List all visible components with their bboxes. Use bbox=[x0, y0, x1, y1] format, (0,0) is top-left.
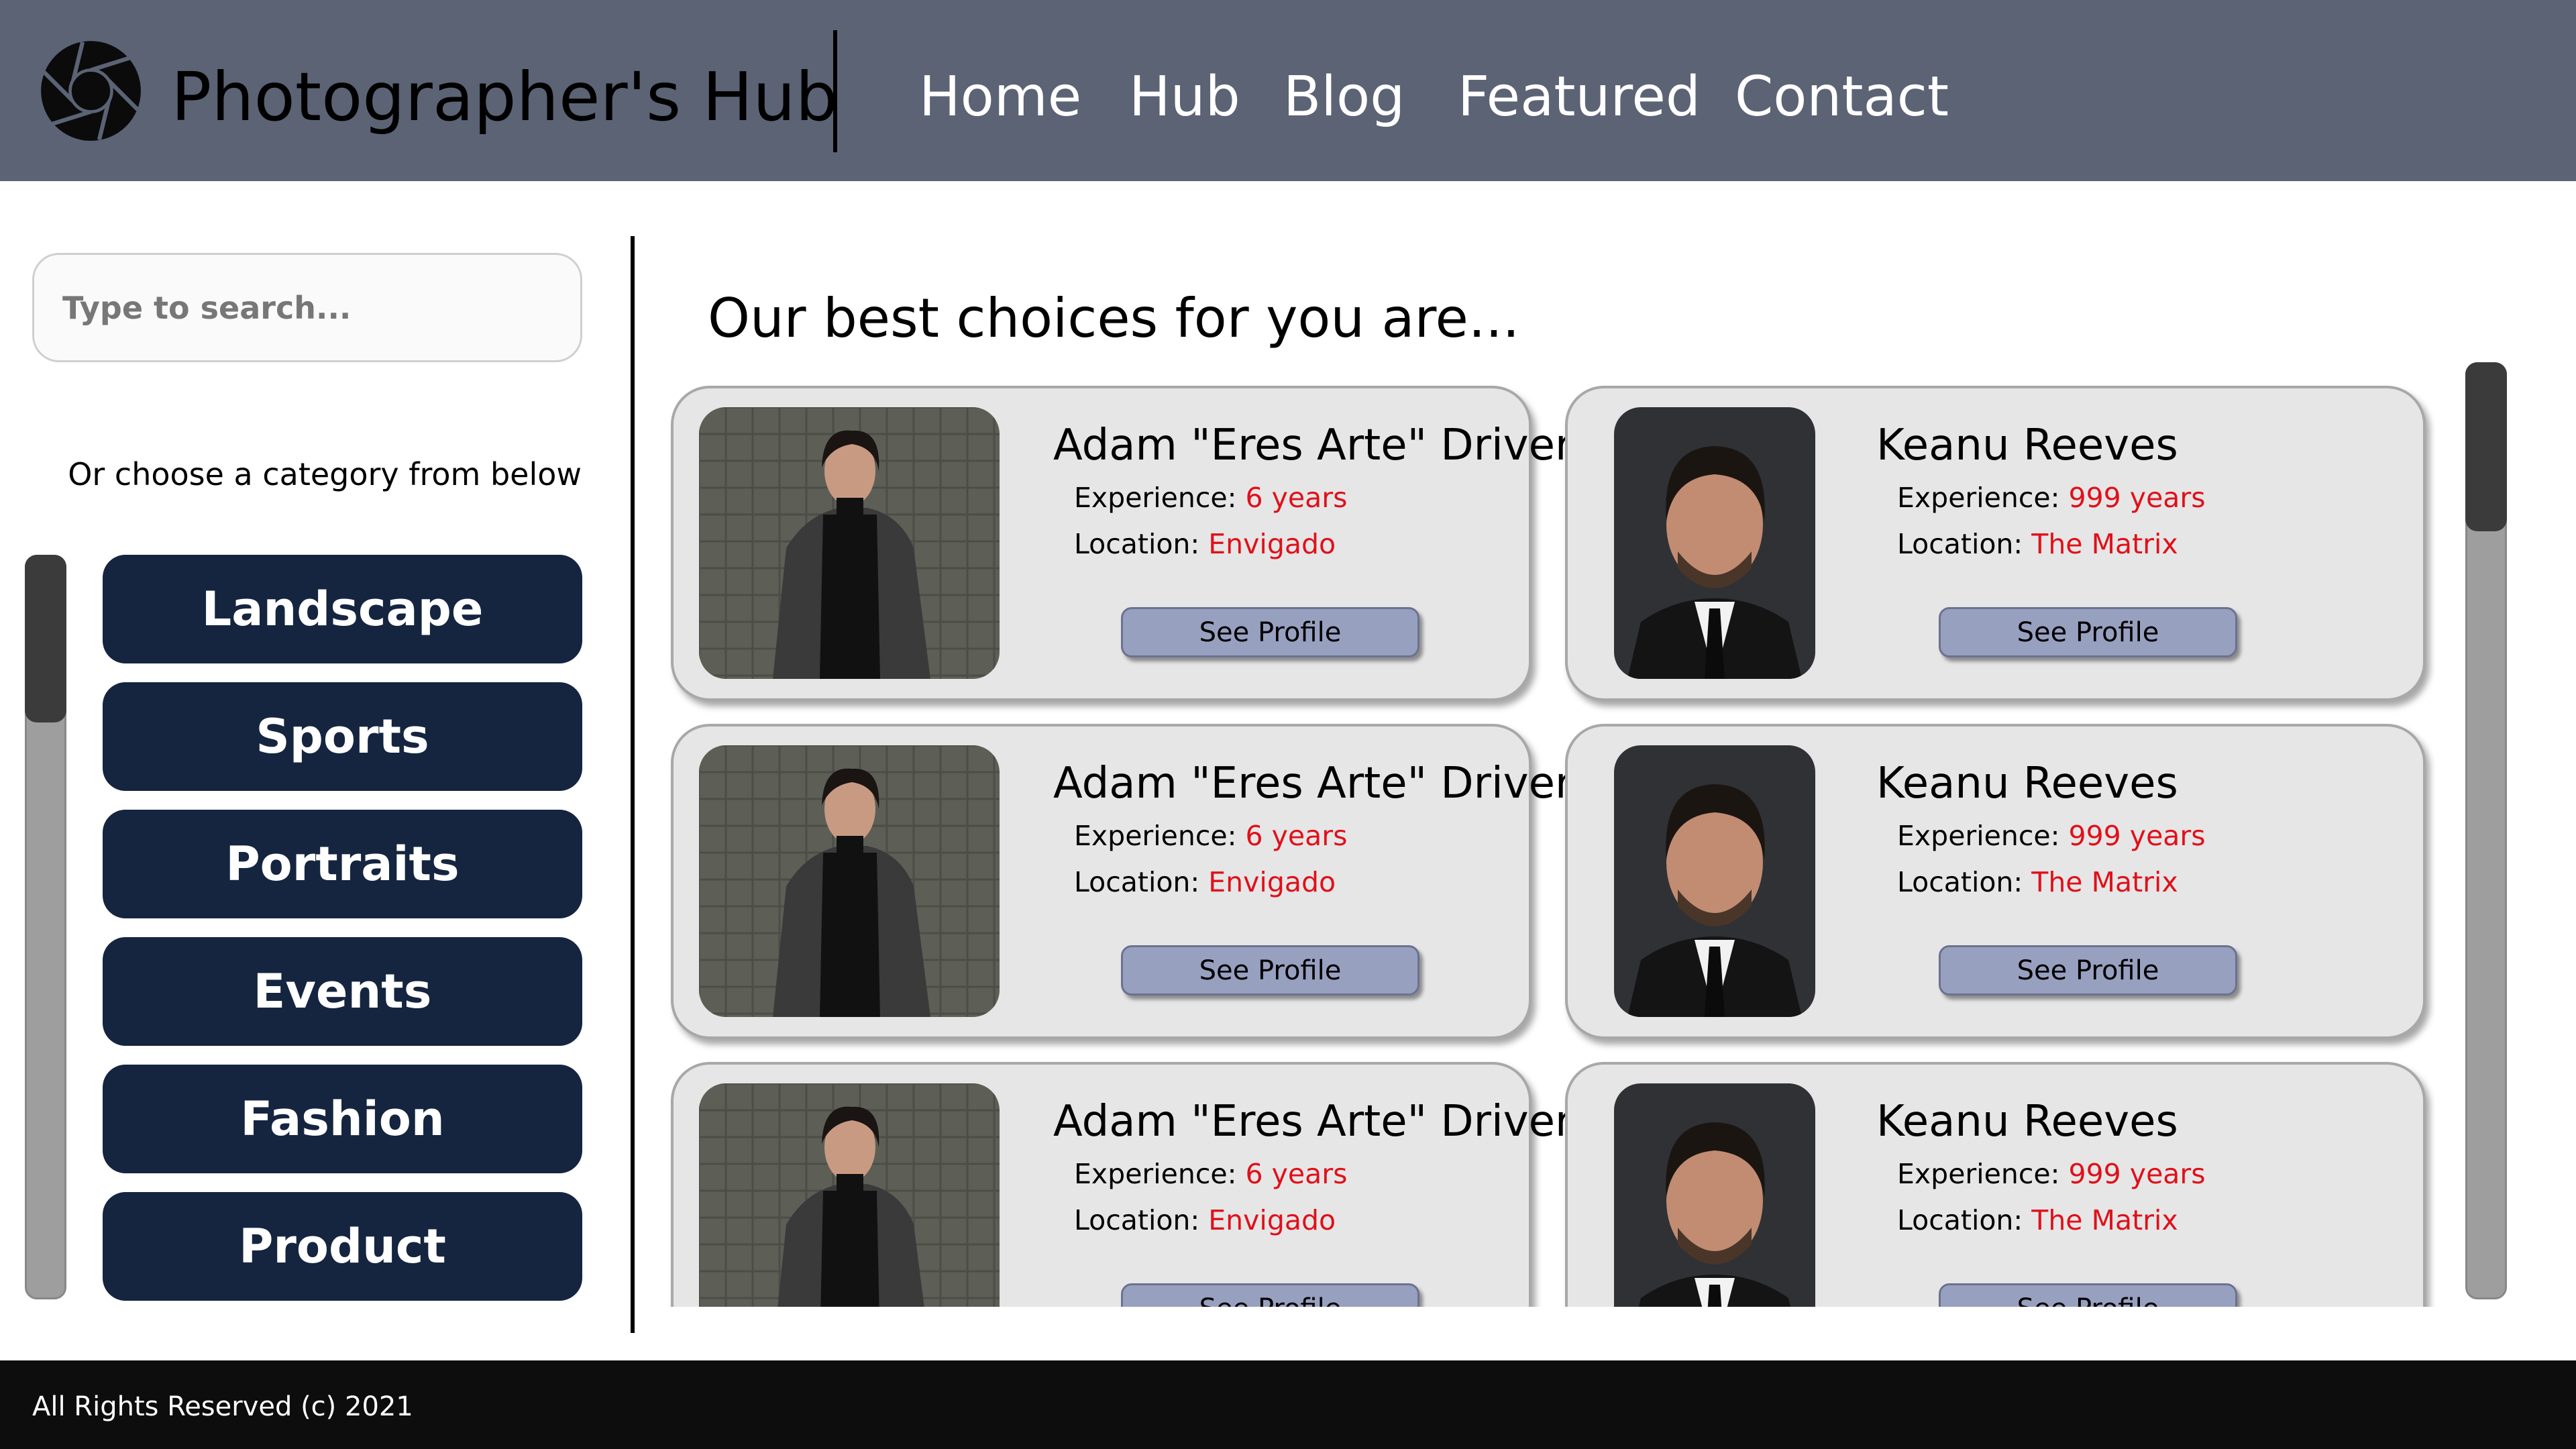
photographer-photo bbox=[1614, 1083, 1815, 1307]
photographer-name: Keanu Reeves bbox=[1876, 1097, 2178, 1146]
photographer-name: Adam "Eres Arte" Driver bbox=[1053, 759, 1573, 808]
location-label: Location: bbox=[1074, 866, 1200, 898]
location-value: The Matrix bbox=[2031, 866, 2178, 898]
location-row: Location: Envigado bbox=[1074, 1203, 1336, 1237]
experience-label: Experience: bbox=[1074, 1158, 1237, 1190]
nav-contact[interactable]: Contact bbox=[1735, 64, 1949, 131]
sidebar-divider bbox=[631, 236, 635, 1333]
photographer-name: Keanu Reeves bbox=[1876, 759, 2178, 808]
location-value: The Matrix bbox=[2031, 528, 2178, 560]
see-profile-button[interactable]: See Profile bbox=[1121, 1283, 1419, 1307]
location-label: Location: bbox=[1897, 866, 2023, 898]
header-divider bbox=[833, 30, 837, 152]
photographer-card: Keanu Reeves Experience: 999 years Locat… bbox=[1565, 386, 2426, 701]
location-value: The Matrix bbox=[2031, 1204, 2178, 1236]
category-button-portraits[interactable]: Portraits bbox=[103, 810, 582, 918]
nav-home[interactable]: Home bbox=[919, 64, 1081, 131]
results-list[interactable]: Adam "Eres Arte" Driver Experience: 6 ye… bbox=[664, 376, 2435, 1307]
nav-blog[interactable]: Blog bbox=[1283, 64, 1405, 131]
experience-label: Experience: bbox=[1897, 820, 2060, 852]
category-button-fashion[interactable]: Fashion bbox=[103, 1065, 582, 1173]
category-button-landscape[interactable]: Landscape bbox=[103, 555, 582, 663]
footer-copyright: All Rights Reserved (c) 2021 bbox=[32, 1391, 413, 1422]
page-heading: Our best choices for you are... bbox=[708, 287, 1520, 350]
location-value: Envigado bbox=[1208, 866, 1336, 898]
photographer-card: Keanu Reeves Experience: 999 years Locat… bbox=[1565, 1062, 2426, 1307]
location-row: Location: The Matrix bbox=[1897, 527, 2178, 561]
experience-row: Experience: 999 years bbox=[1897, 481, 2206, 515]
camera-aperture-icon[interactable] bbox=[39, 39, 143, 143]
photographer-card: Keanu Reeves Experience: 999 years Locat… bbox=[1565, 724, 2426, 1039]
photographer-photo bbox=[699, 745, 1000, 1017]
nav-featured[interactable]: Featured bbox=[1458, 64, 1701, 131]
experience-value: 6 years bbox=[1245, 482, 1348, 514]
experience-value: 6 years bbox=[1245, 1158, 1348, 1190]
see-profile-button[interactable]: See Profile bbox=[1121, 945, 1419, 996]
photographer-photo bbox=[1614, 407, 1815, 679]
category-button-events[interactable]: Events bbox=[103, 937, 582, 1046]
experience-label: Experience: bbox=[1074, 820, 1237, 852]
see-profile-button[interactable]: See Profile bbox=[1121, 607, 1419, 657]
see-profile-button[interactable]: See Profile bbox=[1939, 945, 2237, 996]
location-row: Location: The Matrix bbox=[1897, 1203, 2178, 1237]
photographer-photo bbox=[699, 407, 1000, 679]
experience-row: Experience: 999 years bbox=[1897, 1157, 2206, 1191]
location-value: Envigado bbox=[1208, 528, 1336, 560]
experience-row: Experience: 6 years bbox=[1074, 1157, 1347, 1191]
see-profile-button[interactable]: See Profile bbox=[1939, 607, 2237, 657]
experience-value: 999 years bbox=[2068, 482, 2206, 514]
experience-row: Experience: 6 years bbox=[1074, 481, 1347, 515]
category-button-product[interactable]: Product bbox=[103, 1192, 582, 1301]
experience-label: Experience: bbox=[1897, 482, 2060, 514]
search-input[interactable] bbox=[32, 253, 582, 362]
location-row: Location: Envigado bbox=[1074, 527, 1336, 561]
see-profile-button[interactable]: See Profile bbox=[1939, 1283, 2237, 1307]
category-button-sports[interactable]: Sports bbox=[103, 682, 582, 791]
photographer-name: Keanu Reeves bbox=[1876, 421, 2178, 470]
photographer-name: Adam "Eres Arte" Driver bbox=[1053, 421, 1573, 470]
photographer-card: Adam "Eres Arte" Driver Experience: 6 ye… bbox=[671, 386, 1572, 701]
nav-hub[interactable]: Hub bbox=[1129, 64, 1240, 131]
location-label: Location: bbox=[1897, 1204, 2023, 1236]
experience-value: 999 years bbox=[2068, 1158, 2206, 1190]
location-label: Location: bbox=[1074, 1204, 1200, 1236]
location-label: Location: bbox=[1897, 528, 2023, 560]
experience-label: Experience: bbox=[1897, 1158, 2060, 1190]
sidebar-scrollbar-thumb[interactable] bbox=[25, 555, 66, 722]
experience-value: 999 years bbox=[2068, 820, 2206, 852]
category-hint: Or choose a category from below bbox=[68, 456, 582, 492]
experience-label: Experience: bbox=[1074, 482, 1237, 514]
experience-value: 6 years bbox=[1245, 820, 1348, 852]
photographer-photo bbox=[1614, 745, 1815, 1017]
experience-row: Experience: 999 years bbox=[1897, 819, 2206, 853]
photographer-name: Adam "Eres Arte" Driver bbox=[1053, 1097, 1573, 1146]
results-scrollbar-thumb[interactable] bbox=[2465, 362, 2507, 531]
location-row: Location: Envigado bbox=[1074, 865, 1336, 899]
location-row: Location: The Matrix bbox=[1897, 865, 2178, 899]
location-value: Envigado bbox=[1208, 1204, 1336, 1236]
experience-row: Experience: 6 years bbox=[1074, 819, 1347, 853]
photographer-card: Adam "Eres Arte" Driver Experience: 6 ye… bbox=[671, 1062, 1572, 1307]
brand-name[interactable]: Photographer's Hub bbox=[171, 57, 838, 138]
photographer-card: Adam "Eres Arte" Driver Experience: 6 ye… bbox=[671, 724, 1572, 1039]
photographer-photo bbox=[699, 1083, 1000, 1307]
location-label: Location: bbox=[1074, 528, 1200, 560]
